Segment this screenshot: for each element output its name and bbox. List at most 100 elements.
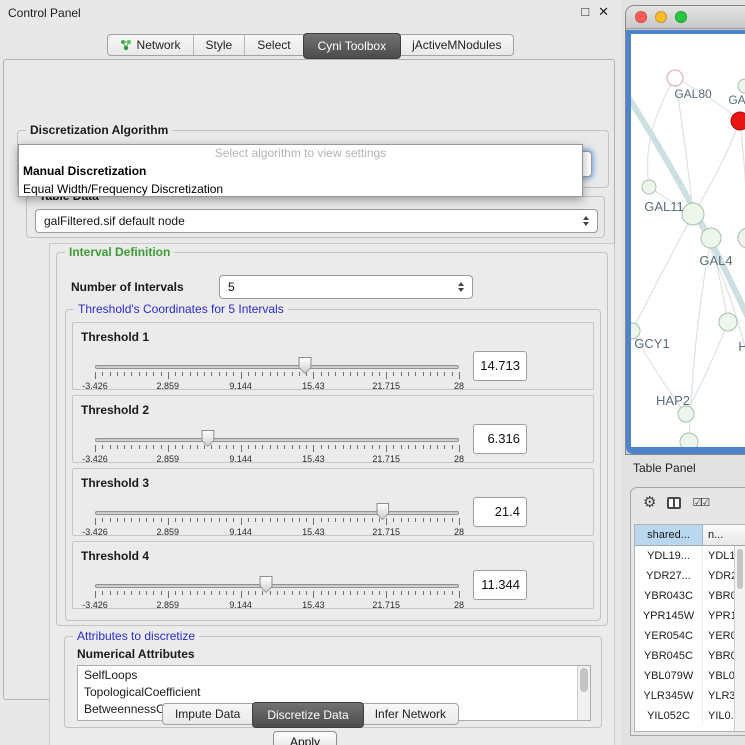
table-row[interactable]: YBL079WYBL0...: [635, 666, 745, 686]
threshold-value-box[interactable]: 11.344: [473, 570, 527, 600]
threshold-panel: Threshold 1 -3.4262.8599.14415.4321.7152…: [72, 322, 594, 390]
cell-shared-name[interactable]: YER054C: [635, 626, 703, 646]
network-edge[interactable]: [686, 322, 728, 414]
table-row[interactable]: YPR145WYPR1...: [635, 606, 745, 626]
minimize-traffic-light[interactable]: [655, 11, 667, 23]
tab-impute-data[interactable]: Impute Data: [163, 704, 253, 724]
gear-icon[interactable]: ⚙: [643, 495, 656, 510]
float-window-icon[interactable]: □: [581, 4, 589, 20]
slider-tick: [444, 591, 445, 595]
slider-tick: [255, 445, 256, 449]
network-edge[interactable]: [632, 214, 693, 331]
slider-tick: [328, 518, 329, 522]
slider-tick: [190, 518, 191, 522]
close-window-icon[interactable]: ✕: [598, 4, 609, 20]
cell-shared-name[interactable]: YPR145W: [635, 606, 703, 626]
network-edge[interactable]: [740, 121, 745, 238]
network-window-titlebar[interactable]: [626, 6, 745, 29]
network-canvas[interactable]: GAL80GAGAL11GAL4GCY1HHAP2: [631, 34, 745, 447]
network-node[interactable]: [642, 180, 656, 194]
close-traffic-light[interactable]: [635, 11, 647, 23]
scrollbar-thumb[interactable]: [737, 549, 743, 589]
zoom-traffic-light[interactable]: [675, 11, 687, 23]
slider-tick: [306, 445, 307, 449]
scale-tick-label: 2.859: [157, 600, 180, 610]
slider-track[interactable]: [95, 438, 459, 442]
column-header-shared-name[interactable]: shared...: [635, 525, 703, 545]
network-node[interactable]: [678, 406, 694, 422]
tab-cyni-toolbox[interactable]: Cyni Toolbox: [303, 33, 401, 59]
network-view-frame: GAL80GAGAL11GAL4GCY1HHAP2: [626, 30, 745, 454]
slider-tick: [386, 445, 387, 452]
network-edge[interactable]: [711, 238, 728, 322]
cell-shared-name[interactable]: YBR043C: [635, 586, 703, 606]
slider-track[interactable]: [95, 511, 459, 515]
network-node[interactable]: [682, 203, 704, 225]
slider-tick: [204, 445, 205, 449]
network-node[interactable]: [667, 70, 683, 86]
table-scrollbar[interactable]: [734, 546, 745, 731]
table-row[interactable]: YER054CYER0...: [635, 626, 745, 646]
cell-shared-name[interactable]: YLR345W: [635, 686, 703, 706]
cell-shared-name[interactable]: YIL052C: [635, 706, 703, 726]
table-data-select[interactable]: galFiltered.sif default node: [35, 209, 598, 233]
cell-shared-name[interactable]: YDL19...: [635, 546, 703, 566]
network-node[interactable]: [738, 79, 745, 93]
network-node[interactable]: [680, 433, 698, 447]
slider-tick: [335, 591, 336, 595]
select-columns-icon[interactable]: ☑☑: [692, 496, 708, 509]
threshold-slider[interactable]: -3.4262.8599.14415.4321.71528: [95, 501, 459, 535]
threshold-value-box[interactable]: 21.4: [473, 497, 527, 527]
slider-tick: [161, 518, 162, 522]
network-node[interactable]: [738, 228, 745, 248]
slider-tick: [241, 591, 242, 598]
slider-track[interactable]: [95, 584, 459, 588]
threshold-value-box[interactable]: 14.713: [473, 351, 527, 381]
table-row[interactable]: YBR043CYBR0...: [635, 586, 745, 606]
table-row[interactable]: YLR345WYLR3...: [635, 686, 745, 706]
dropdown-option-equal-width-frequency[interactable]: Equal Width/Frequency Discretization: [19, 180, 582, 198]
slider-tick: [364, 591, 365, 595]
dropdown-option-manual-discretization[interactable]: Manual Discretization: [19, 162, 582, 180]
table-row[interactable]: YBR045CYBR0...: [635, 646, 745, 666]
slider-scale-labels: -3.4262.8599.14415.4321.71528: [95, 527, 459, 537]
scale-tick-label: 21.715: [372, 454, 400, 464]
threshold-label: Threshold 4: [81, 549, 149, 563]
cell-shared-name[interactable]: YDR27...: [635, 566, 703, 586]
apply-button[interactable]: Apply: [273, 731, 337, 745]
table-row[interactable]: YDR27...YDR2...: [635, 566, 745, 586]
slider-tick: [110, 518, 111, 522]
slider-tick: [452, 372, 453, 376]
table-row[interactable]: YDL19...YDL1...: [635, 546, 745, 566]
scrollbar-thumb[interactable]: [580, 668, 588, 692]
slider-tick: [357, 591, 358, 595]
cell-shared-name[interactable]: YBR045C: [635, 646, 703, 666]
tab-style[interactable]: Style: [194, 35, 246, 55]
slider-tick: [95, 445, 96, 452]
column-header-name[interactable]: n...: [703, 525, 745, 545]
tab-infer-network[interactable]: Infer Network: [363, 704, 458, 724]
columns-icon[interactable]: [667, 497, 681, 509]
network-node[interactable]: [731, 112, 745, 130]
slider-tick: [262, 591, 263, 595]
network-node[interactable]: [719, 313, 737, 331]
tab-discretize-data[interactable]: Discretize Data: [252, 702, 363, 728]
cell-shared-name[interactable]: YBL079W: [635, 666, 703, 686]
network-node[interactable]: [701, 228, 721, 248]
threshold-slider[interactable]: -3.4262.8599.14415.4321.71528: [95, 428, 459, 462]
table-row[interactable]: YIL052CYIL0...: [635, 706, 745, 726]
threshold-value-box[interactable]: 6.316: [473, 424, 527, 454]
window-buttons: □ ✕: [581, 4, 609, 20]
tab-jactivemnodules[interactable]: jActiveMNodules: [400, 35, 513, 55]
attribute-list-item[interactable]: SelfLoops: [78, 666, 590, 683]
tab-select[interactable]: Select: [245, 35, 303, 55]
network-edge[interactable]: [693, 121, 740, 214]
slider-track[interactable]: [95, 365, 459, 369]
number-of-intervals-select[interactable]: 5: [219, 275, 473, 299]
tab-network[interactable]: Network: [108, 35, 194, 55]
slider-tick: [153, 591, 154, 595]
threshold-slider[interactable]: -3.4262.8599.14415.4321.71528: [95, 574, 459, 608]
slider-tick: [364, 372, 365, 376]
threshold-slider[interactable]: -3.4262.8599.14415.4321.71528: [95, 355, 459, 389]
attribute-list-item[interactable]: TopologicalCoefficient: [78, 683, 590, 700]
